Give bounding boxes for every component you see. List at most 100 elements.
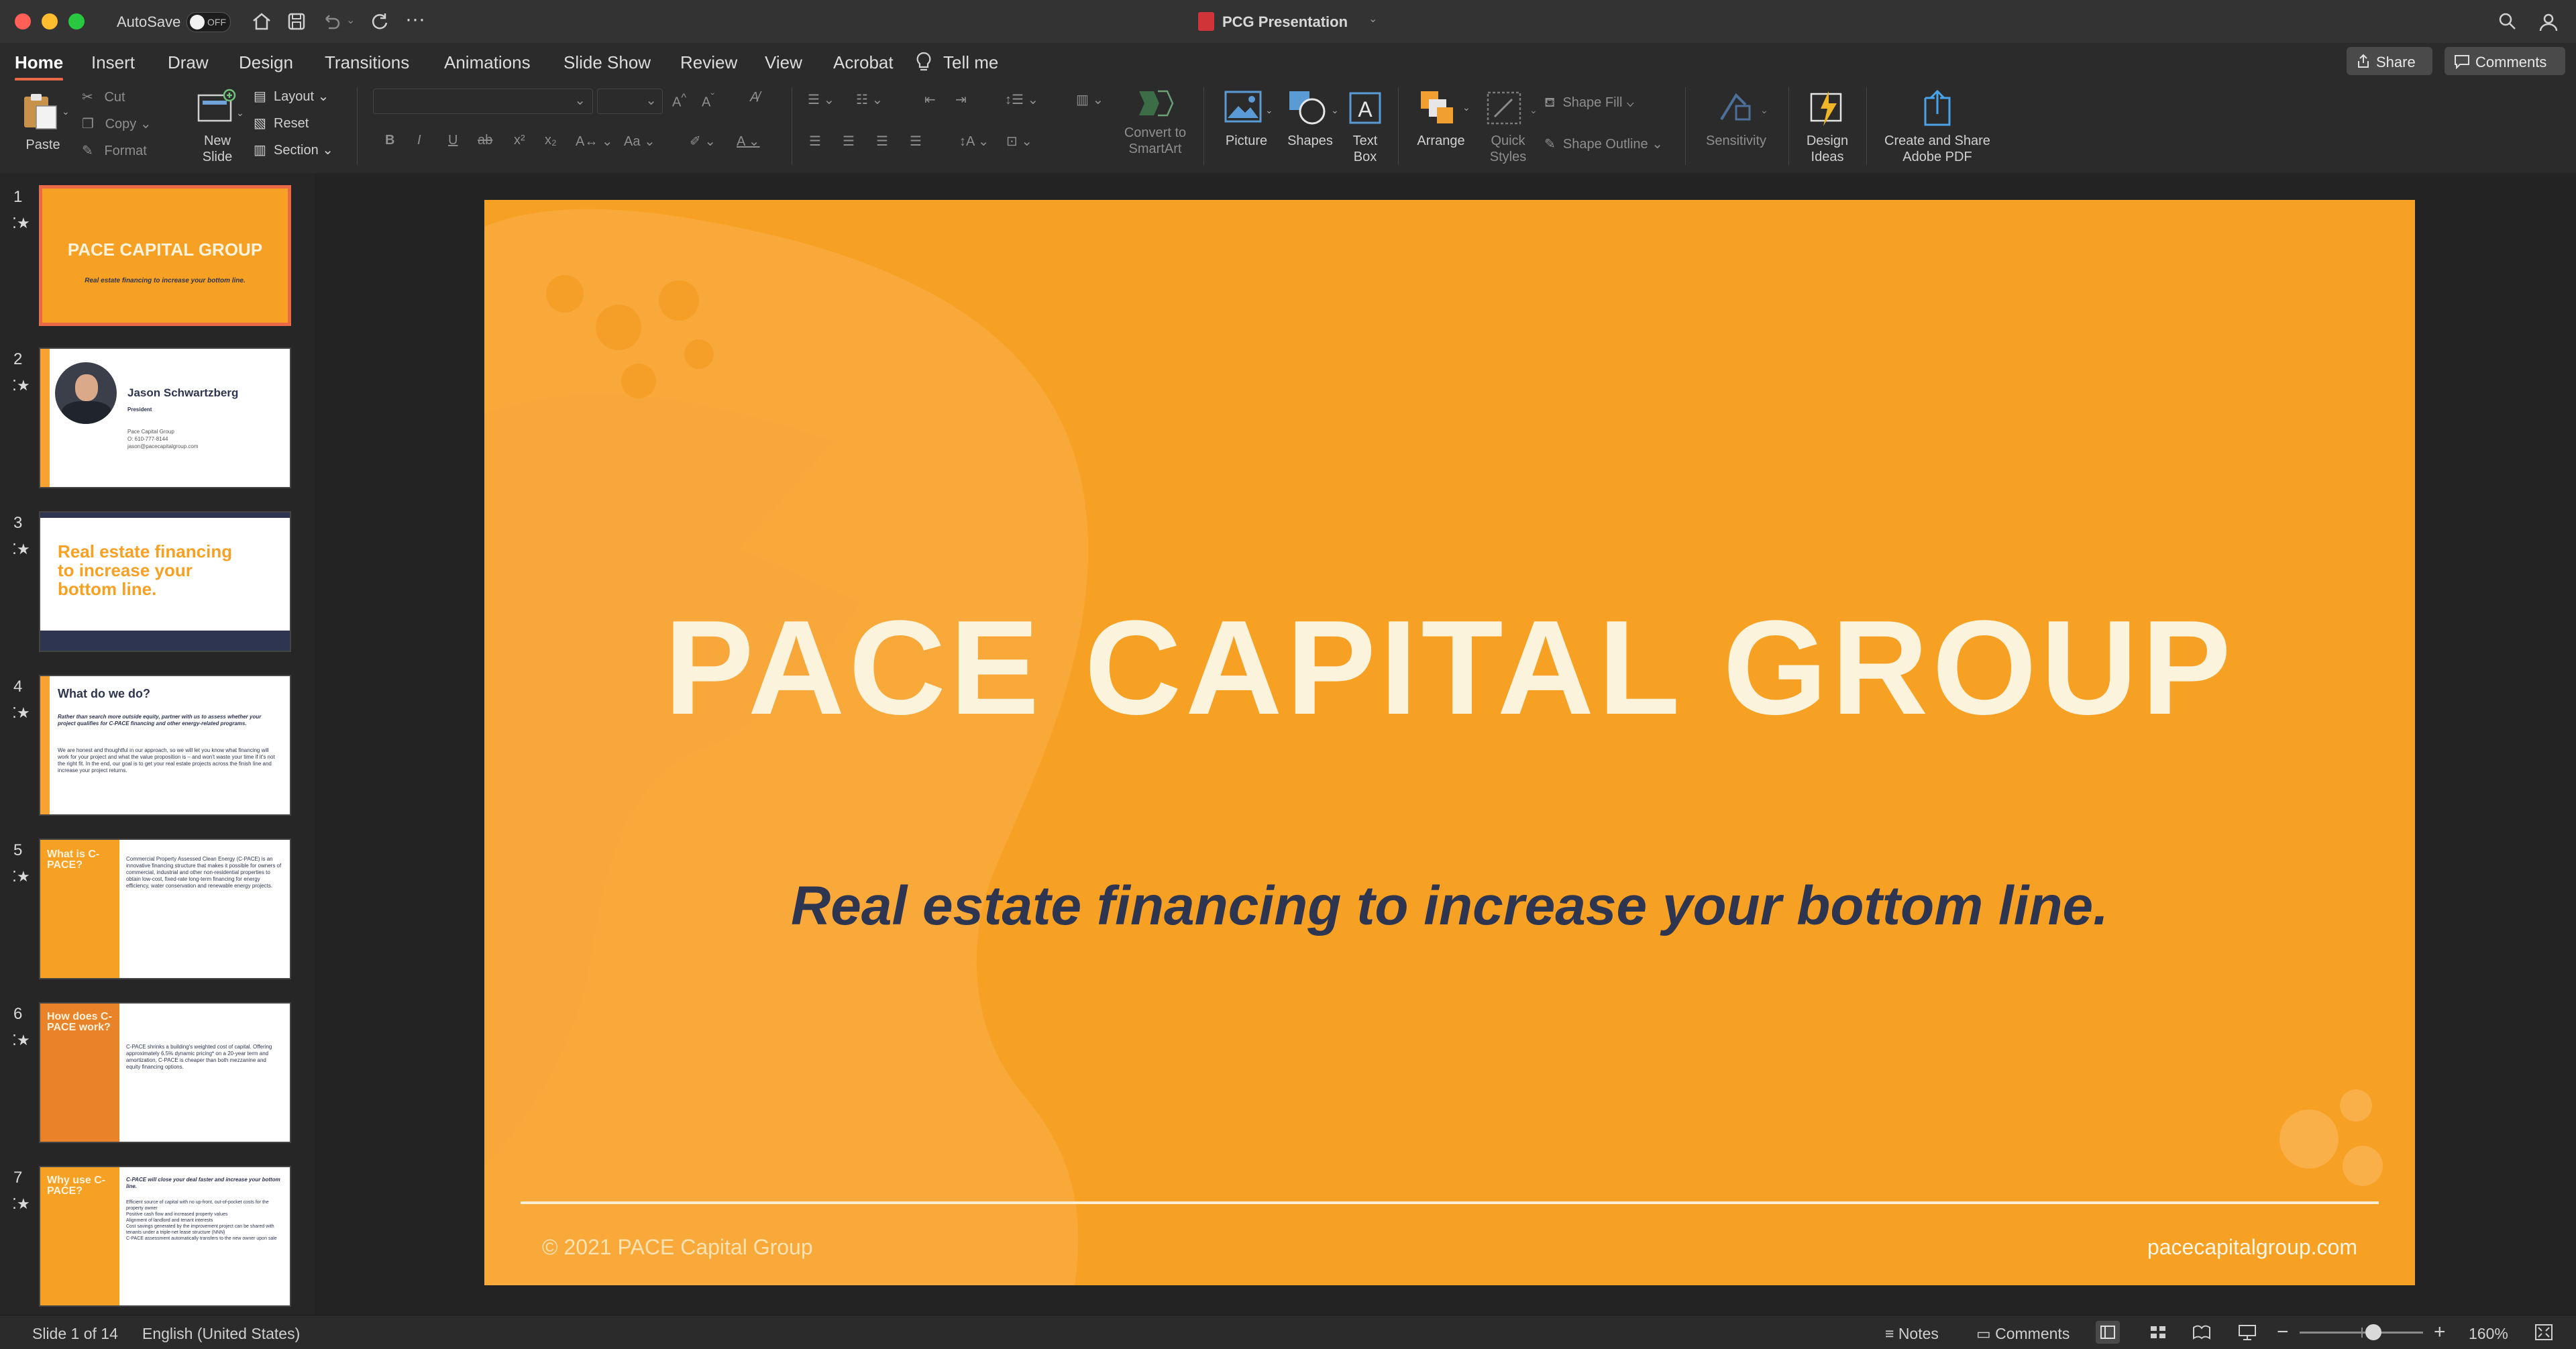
convert-smartart-button[interactable]: Convert to SmartArt: [1122, 85, 1189, 168]
font-name-box[interactable]: ⌄: [373, 89, 593, 114]
align-right-icon[interactable]: ☰: [876, 133, 888, 150]
font-size-chevron-down-icon[interactable]: ⌄: [645, 92, 657, 109]
arrange-chevron-down-icon[interactable]: ⌄: [1462, 102, 1470, 113]
text-box-button[interactable]: A Text Box: [1344, 86, 1386, 169]
change-case-icon[interactable]: Aa ⌄: [624, 133, 655, 150]
align-left-icon[interactable]: ☰: [809, 133, 821, 150]
zoom-slider[interactable]: [2300, 1324, 2423, 1340]
slide-thumbnail-6[interactable]: How does C-PACE work? C-PACE shrinks a b…: [39, 1002, 291, 1143]
slide-thumbnail-5[interactable]: What is C-PACE? Commercial Property Asse…: [39, 839, 291, 979]
notes-button[interactable]: ≡ Notes: [1885, 1325, 1939, 1343]
language-indicator[interactable]: English (United States): [142, 1325, 300, 1343]
align-text-icon[interactable]: ⊡ ⌄: [1006, 133, 1032, 150]
slide-subtitle[interactable]: Real estate financing to increase your b…: [484, 875, 2415, 938]
sensitivity-chevron-down-icon[interactable]: ⌄: [1760, 105, 1768, 116]
tab-animations[interactable]: Animations: [444, 52, 531, 73]
tab-transitions[interactable]: Transitions: [325, 52, 409, 73]
bullets-icon[interactable]: ☰ ⌄: [808, 91, 835, 108]
fit-to-window-icon[interactable]: [2534, 1324, 2553, 1341]
text-direction-icon[interactable]: ↕A ⌄: [959, 133, 989, 150]
title-chevron-down-icon[interactable]: ⌄: [1368, 12, 1377, 25]
slide-thumbnail-7[interactable]: Why use C-PACE? C-PACE will close your d…: [39, 1166, 291, 1307]
columns-icon[interactable]: ▥ ⌄: [1076, 91, 1104, 108]
close-window-button[interactable]: [15, 13, 31, 30]
align-center-icon[interactable]: ☰: [843, 133, 855, 150]
decrease-font-size-icon[interactable]: Aˇ: [702, 91, 714, 111]
strikethrough-icon[interactable]: ab: [478, 133, 492, 148]
zoom-slider-handle[interactable]: [2365, 1324, 2381, 1340]
new-slide-chevron-down-icon[interactable]: ⌄: [236, 107, 244, 119]
font-name-chevron-down-icon[interactable]: ⌄: [574, 92, 586, 109]
tab-design[interactable]: Design: [239, 52, 293, 73]
justify-icon[interactable]: ☰: [910, 133, 922, 150]
shapes-chevron-down-icon[interactable]: ⌄: [1331, 105, 1339, 116]
reading-view-icon[interactable]: [2192, 1325, 2211, 1340]
highlight-icon[interactable]: ✐ ⌄: [690, 133, 716, 150]
slide-thumbnail-4[interactable]: What do we do? Rather than search more o…: [39, 675, 291, 816]
zoom-window-button[interactable]: [68, 13, 85, 30]
slide-thumbnail-2[interactable]: Jason Schwartzberg President Pace Capita…: [39, 347, 291, 488]
slide-show-icon[interactable]: [2238, 1324, 2257, 1341]
more-icon[interactable]: ···: [405, 8, 425, 31]
home-icon[interactable]: [251, 11, 272, 32]
copy-button[interactable]: ❐ Copy ⌄: [82, 115, 152, 132]
picture-button[interactable]: ⌄ Picture: [1214, 86, 1279, 160]
search-icon[interactable]: [2497, 11, 2518, 32]
shapes-button[interactable]: ⌄ Shapes: [1279, 86, 1342, 160]
save-icon[interactable]: [286, 11, 307, 32]
zoom-out-button[interactable]: −: [2277, 1321, 2289, 1344]
zoom-level[interactable]: 160%: [2469, 1325, 2508, 1343]
create-share-adobe-pdf-button[interactable]: Create and Share Adobe PDF: [1876, 86, 1999, 169]
clear-formatting-icon[interactable]: A̸: [750, 90, 759, 105]
minimize-window-button[interactable]: [42, 13, 58, 30]
comments-button[interactable]: Comments: [2445, 47, 2565, 75]
zoom-in-button[interactable]: +: [2434, 1321, 2446, 1344]
status-comments-button[interactable]: ▭ Comments: [1976, 1325, 2070, 1343]
account-icon[interactable]: [2537, 11, 2560, 34]
new-slide-button[interactable]: ⌄ New Slide: [186, 86, 248, 169]
sensitivity-button[interactable]: ⌄ Sensitivity: [1696, 86, 1776, 160]
quick-styles-chevron-down-icon[interactable]: ⌄: [1529, 105, 1538, 116]
arrange-button[interactable]: ⌄ Arrange: [1409, 86, 1473, 160]
slide-thumbnail-3[interactable]: Real estate financing to increase your b…: [39, 511, 291, 652]
tab-slide-show[interactable]: Slide Show: [564, 52, 651, 73]
font-size-box[interactable]: ⌄: [597, 89, 663, 114]
numbering-icon[interactable]: ☷ ⌄: [856, 91, 883, 108]
increase-indent-icon[interactable]: ⇥: [955, 91, 967, 108]
quick-styles-button[interactable]: ⌄ Quick Styles: [1476, 86, 1540, 169]
slide-url[interactable]: pacecapitalgroup.com: [2147, 1235, 2357, 1260]
reset-button[interactable]: ▧ Reset: [254, 115, 309, 131]
slide-title[interactable]: PACE CAPITAL GROUP: [484, 591, 2415, 745]
picture-chevron-down-icon[interactable]: ⌄: [1265, 105, 1273, 116]
cut-button[interactable]: ✂ Cut: [82, 89, 125, 105]
bold-icon[interactable]: B: [385, 133, 394, 148]
undo-dropdown-chevron-icon[interactable]: ⌄: [346, 13, 355, 27]
layout-button[interactable]: ▤ Layout ⌄: [254, 89, 329, 105]
subscript-icon[interactable]: x₂: [545, 133, 557, 148]
tab-home[interactable]: Home: [15, 52, 64, 81]
tab-insert[interactable]: Insert: [91, 52, 135, 73]
paste-chevron-down-icon[interactable]: ⌄: [62, 106, 70, 117]
italic-icon[interactable]: I: [417, 133, 421, 148]
line-spacing-icon[interactable]: ↕☰ ⌄: [1005, 91, 1038, 108]
format-painter-button[interactable]: ✎ Format: [82, 142, 147, 159]
tab-draw[interactable]: Draw: [168, 52, 209, 73]
tell-me-search[interactable]: Tell me: [943, 52, 998, 73]
slide-canvas[interactable]: PACE CAPITAL GROUP Real estate financing…: [484, 200, 2415, 1285]
increase-font-size-icon[interactable]: A^: [672, 91, 686, 111]
undo-icon[interactable]: [321, 11, 342, 32]
tab-acrobat[interactable]: Acrobat: [833, 52, 894, 73]
character-spacing-icon[interactable]: A↔ ⌄: [576, 133, 613, 150]
section-button[interactable]: ▥ Section ⌄: [254, 142, 333, 158]
shape-outline-button[interactable]: ✎ Shape Outline ⌄: [1544, 136, 1663, 152]
superscript-icon[interactable]: x²: [514, 133, 525, 148]
slide-thumbnail-1[interactable]: PACE CAPITAL GROUP Real estate financing…: [39, 185, 291, 326]
tab-view[interactable]: View: [765, 52, 802, 73]
normal-view-button[interactable]: [2096, 1321, 2120, 1344]
paste-button[interactable]: ⌄ Paste: [9, 86, 76, 166]
share-button[interactable]: Share: [2347, 47, 2432, 75]
slide-sorter-icon[interactable]: [2149, 1325, 2167, 1340]
font-color-icon[interactable]: A ⌄: [737, 133, 760, 150]
shape-fill-button[interactable]: ⛾ Shape Fill ⌄: [1544, 95, 1635, 112]
decrease-indent-icon[interactable]: ⇤: [924, 91, 936, 108]
